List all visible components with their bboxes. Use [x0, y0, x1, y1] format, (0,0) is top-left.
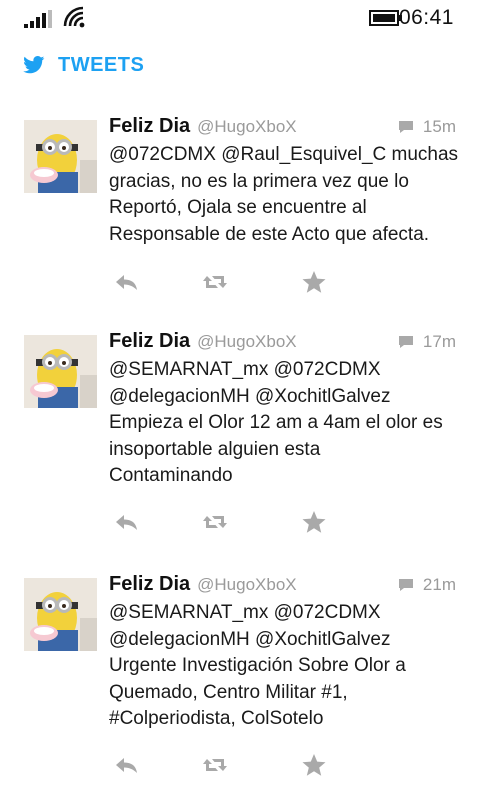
- tweet-text-line: @072CDMX @Raul_Esquivel_C muchas: [109, 144, 459, 165]
- tweet-text-line: insoportable alguien esta: [109, 438, 321, 460]
- tweet-text-line: @SEMARNAT_mx @072CDMX: [109, 602, 381, 623]
- tweet-header: Feliz Dia @HugoXboX 15m: [109, 115, 456, 145]
- timestamp: 17m: [398, 332, 456, 352]
- retweet-button[interactable]: [202, 270, 228, 294]
- tweet-header: Feliz Dia @HugoXboX 21m: [109, 573, 456, 603]
- tweet-text-line: Contaminando: [109, 465, 233, 486]
- tweet-text-line: gracias, no es la primera vez que lo: [109, 170, 409, 192]
- status-clock: 06:41: [398, 6, 454, 29]
- reply-button[interactable]: [114, 510, 140, 534]
- tweet-text-line: Urgente Investigación Sobre Olor a: [109, 655, 406, 676]
- tweet-text-line: @delegacionMH @XochitlGalvez: [109, 628, 391, 650]
- timestamp: 15m: [398, 117, 456, 137]
- author-name[interactable]: Feliz Dia: [109, 330, 190, 353]
- author-name[interactable]: Feliz Dia: [109, 115, 190, 138]
- tweet-header: Feliz Dia @HugoXboX 17m: [109, 330, 456, 360]
- tweet-text-line: Reportó, Ojala se encuentre al: [109, 197, 367, 218]
- tweet-actions: [114, 753, 354, 779]
- battery-icon: [369, 10, 402, 26]
- reply-icon: [116, 275, 137, 290]
- tweet-text-line: Quemado, Centro Militar #1,: [109, 681, 348, 703]
- wifi-icon: [63, 6, 85, 28]
- avatar-image: [24, 120, 97, 193]
- tweet-text: @072CDMX @Raul_Esquivel_C muchas gracias,…: [109, 142, 464, 248]
- author-handle[interactable]: @HugoXboX: [197, 575, 297, 595]
- tweet-actions: [114, 510, 354, 536]
- avatar-image: [24, 335, 97, 408]
- tweet-time: 21m: [422, 575, 456, 594]
- avatar[interactable]: [24, 335, 97, 408]
- retweet-icon: [203, 276, 227, 288]
- avatar-image: [24, 578, 97, 651]
- tweet-time: 17m: [422, 332, 456, 351]
- favorite-star-icon: [302, 271, 326, 293]
- retweet-button[interactable]: [202, 510, 228, 534]
- timestamp: 21m: [398, 575, 456, 595]
- retweet-button[interactable]: [202, 753, 228, 777]
- tweet-text-line: Empieza el Olor 12 am a 4am el olor es: [109, 412, 443, 433]
- speech-bubble-icon: [398, 579, 413, 591]
- tweet-text-line: #Colperiodista, ColSotelo: [109, 708, 324, 729]
- favorite-button[interactable]: [301, 270, 327, 294]
- author-handle[interactable]: @HugoXboX: [197, 332, 297, 352]
- favorite-button[interactable]: [301, 510, 327, 534]
- speech-bubble-icon: [398, 336, 413, 348]
- reply-button[interactable]: [114, 270, 140, 294]
- retweet-icon: [203, 759, 227, 771]
- page-title: TWEETS: [58, 53, 145, 76]
- tweet-time: 15m: [422, 117, 456, 136]
- reply-icon: [116, 758, 137, 773]
- author-name[interactable]: Feliz Dia: [109, 573, 190, 596]
- tweet-text: @SEMARNAT_mx @072CDMX @delegacionMH @Xoch…: [109, 600, 464, 733]
- tweet-text-line: @delegacionMH @XochitlGalvez: [109, 385, 391, 407]
- retweet-icon: [203, 516, 227, 528]
- author-handle[interactable]: @HugoXboX: [197, 117, 297, 137]
- favorite-star-icon: [302, 754, 326, 776]
- tweet-actions: [114, 270, 354, 296]
- reply-icon: [116, 515, 137, 530]
- avatar[interactable]: [24, 120, 97, 193]
- twitter-bird-icon: [23, 56, 45, 74]
- signal-bars-icon: [24, 10, 52, 28]
- tweet-text-line: @SEMARNAT_mx @072CDMX: [109, 359, 381, 380]
- status-bar: 06:41: [0, 0, 480, 36]
- page-header: TWEETS: [23, 50, 144, 80]
- speech-bubble-icon: [398, 121, 413, 133]
- reply-button[interactable]: [114, 753, 140, 777]
- tweet-text: @SEMARNAT_mx @072CDMX @delegacionMH @Xoch…: [109, 357, 464, 490]
- favorite-star-icon: [302, 511, 326, 533]
- favorite-button[interactable]: [301, 753, 327, 777]
- avatar[interactable]: [24, 578, 97, 651]
- tweet-text-line: Responsable de este Acto que afecta.: [109, 223, 430, 245]
